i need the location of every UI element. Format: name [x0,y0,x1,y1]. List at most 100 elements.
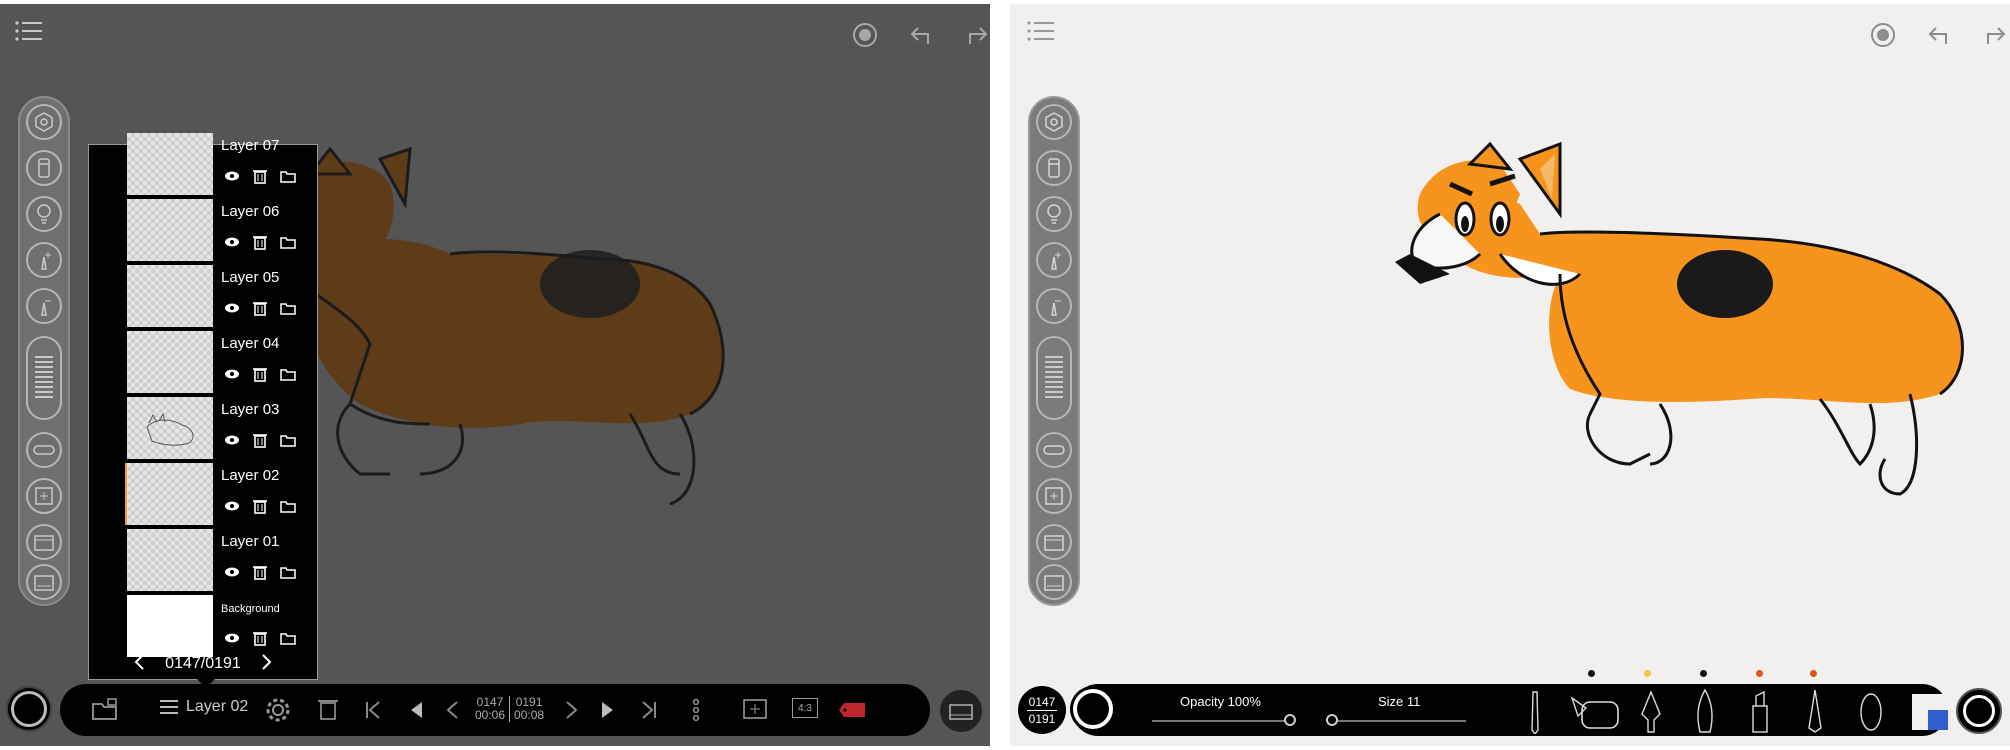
tag-icon[interactable] [838,702,866,718]
opacity-slider-track[interactable] [1152,720,1292,722]
brush-size-up-icon[interactable] [26,242,62,278]
folder-icon[interactable] [279,299,297,317]
ink-brush-icon[interactable] [1692,688,1718,734]
folder-icon[interactable] [279,233,297,251]
settings-tool-icon[interactable] [1036,104,1072,140]
frame-time-counter: 0147 00:06 0191 00:08 [475,696,544,722]
bucket-fill-icon[interactable] [1568,692,1622,732]
trash-icon[interactable] [251,365,269,383]
canvas-toggle-button[interactable] [938,688,984,734]
eye-icon[interactable] [223,233,241,251]
aspect-ratio-button[interactable]: 4:3 [792,698,818,718]
brush-size-down-icon[interactable] [1036,288,1072,324]
size-slider-knob[interactable] [1326,714,1338,726]
add-frame-icon[interactable] [742,698,768,720]
redo-icon[interactable] [1980,20,2010,50]
airbrush-icon[interactable] [1858,690,1884,734]
trash-icon[interactable] [251,563,269,581]
frame-counter-badge[interactable]: 0147 0191 [1018,686,1066,734]
last-frame-icon[interactable] [640,700,658,720]
fountain-pen-icon[interactable] [1638,690,1664,734]
eye-icon[interactable] [223,431,241,449]
redo-icon[interactable] [962,20,990,50]
lightbulb-icon[interactable] [1036,196,1072,232]
chevron-right-icon[interactable] [261,653,273,676]
color-swatch-button[interactable] [1070,686,1116,732]
eye-icon[interactable] [223,563,241,581]
onion-skin-icon[interactable] [1036,432,1072,468]
undo-icon[interactable] [906,20,936,50]
eye-icon[interactable] [223,365,241,383]
layer-row-selected[interactable]: Layer 02 [89,461,317,527]
menu-icon[interactable] [1026,18,1056,44]
frames-view-icon[interactable] [1036,524,1072,560]
brush-color-dot [1756,670,1763,677]
trash-icon[interactable] [251,431,269,449]
layers-button[interactable]: Layer 02 [158,698,248,716]
trash-icon[interactable] [251,299,269,317]
play-backward-icon[interactable] [408,700,424,720]
pencil-brush-icon[interactable] [1528,690,1542,734]
add-frame-icon[interactable] [26,478,62,514]
opacity-slider-knob[interactable] [1284,714,1296,726]
layer-row[interactable]: Layer 03 [89,395,317,461]
folder-icon[interactable] [279,497,297,515]
next-frame-icon[interactable] [565,700,579,720]
eye-icon[interactable] [223,299,241,317]
eraser-tool-icon[interactable] [26,150,62,186]
menu-icon[interactable] [14,18,44,44]
eye-icon[interactable] [223,629,241,647]
trash-icon[interactable] [318,697,338,721]
brush-size-wheel[interactable] [26,336,62,420]
record-icon[interactable] [850,20,880,50]
trash-icon[interactable] [251,167,269,185]
marker-icon[interactable] [1748,690,1772,734]
layer-row[interactable]: Layer 05 [89,263,317,329]
eraser-block-icon[interactable] [1910,692,1950,732]
layer-name: Layer 03 [221,401,280,418]
layer-row[interactable]: Layer 04 [89,329,317,395]
size-label: Size 11 [1378,694,1421,709]
frames-view-icon[interactable] [26,524,62,560]
more-options-icon[interactable] [692,698,700,722]
color-picker-button[interactable] [6,686,52,732]
record-icon[interactable] [1868,20,1898,50]
folder-icon[interactable] [279,365,297,383]
layer-row[interactable]: Layer 06 [89,197,317,263]
brush-color-dot [1644,670,1651,677]
folder-icon[interactable] [279,629,297,647]
play-icon[interactable] [600,700,616,720]
brush-size-up-icon[interactable] [1036,242,1072,278]
eye-icon[interactable] [223,497,241,515]
trash-icon[interactable] [251,233,269,251]
folder-icon[interactable] [279,167,297,185]
first-frame-icon[interactable] [364,700,382,720]
canvas-view-icon[interactable] [1036,564,1072,600]
undo-icon[interactable] [1924,20,1954,50]
lightbulb-icon[interactable] [26,196,62,232]
layer-row[interactable]: Layer 07 [89,131,317,197]
eye-icon[interactable] [223,167,241,185]
import-icon[interactable] [90,696,120,722]
previous-frame-icon[interactable] [445,700,459,720]
trash-icon[interactable] [251,497,269,515]
trash-icon[interactable] [251,629,269,647]
eraser-tool-icon[interactable] [1036,150,1072,186]
chevron-left-icon[interactable] [133,653,145,676]
layer-row[interactable]: Layer 01 [89,527,317,593]
brush-size-down-icon[interactable] [26,288,62,324]
bottom-toolbar: Layer 02 0147 00:06 0191 00:08 4:3 [60,684,930,736]
onion-skin-icon[interactable] [26,432,62,468]
brush-size-wheel[interactable] [1036,336,1072,420]
folder-icon[interactable] [279,563,297,581]
canvas-view-icon[interactable] [26,564,62,600]
folder-icon[interactable] [279,431,297,449]
add-frame-icon[interactable] [1036,478,1072,514]
layer-thumbnail [127,529,213,591]
size-slider-track[interactable] [1326,720,1466,722]
brush-color-dot [1700,670,1707,677]
pen-tip-icon[interactable] [1804,688,1826,734]
color-picker-button[interactable] [1956,688,2002,734]
settings-tool-icon[interactable] [26,104,62,140]
settings-icon[interactable] [265,697,291,723]
